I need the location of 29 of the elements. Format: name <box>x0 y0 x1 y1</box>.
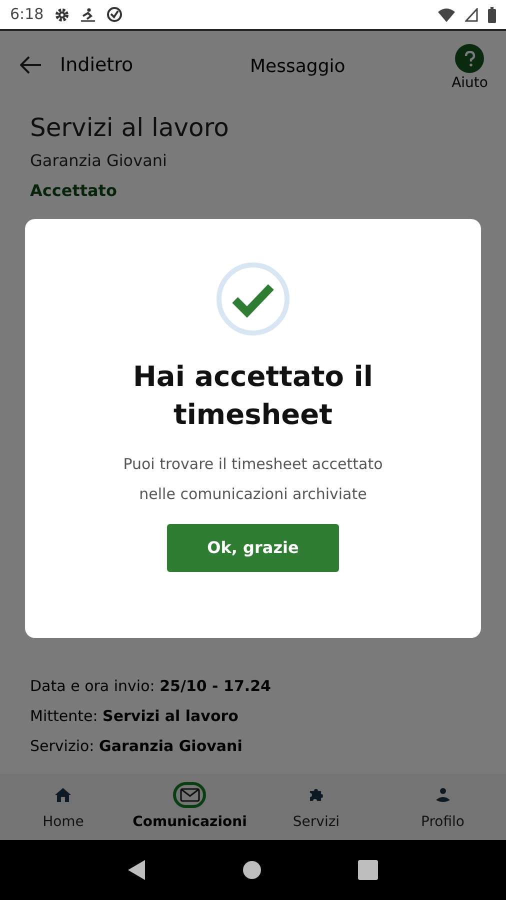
page-title: Messaggio <box>250 55 346 79</box>
detail-line: Servizio: Garanzia Giovani <box>30 736 244 757</box>
back-triangle-icon[interactable] <box>128 860 146 880</box>
nav-tab[interactable]: Comunicazioni <box>126 774 253 840</box>
status-time: 6:18 <box>10 4 44 26</box>
gear-icon <box>54 6 70 22</box>
signal-icon <box>465 8 478 22</box>
ok-button[interactable]: Ok, grazie <box>167 524 339 572</box>
help-button[interactable]: Aiuto <box>452 44 488 94</box>
question-icon <box>455 44 484 73</box>
detail-line: Data e ora invio: 25/10 - 17.24 <box>30 676 272 697</box>
data-saver-icon <box>106 6 123 23</box>
home-circle-icon[interactable] <box>242 861 261 879</box>
back-arrow-icon <box>20 56 42 74</box>
nav-tab[interactable]: Home <box>0 774 126 840</box>
wifi-icon <box>438 8 455 22</box>
battery-icon <box>488 6 496 22</box>
checkmark-icon <box>216 262 290 336</box>
message-title: Servizi al lavoro <box>30 112 230 144</box>
detail-line: Mittente: Servizi al lavoro <box>30 706 240 727</box>
nav-tab[interactable]: Profilo <box>380 774 506 840</box>
nav-tab[interactable]: Servizi <box>253 774 380 840</box>
dialog-message: Puoi trovare il timesheet accettato nelle comunicazioni archiviate <box>122 454 384 505</box>
recents-square-icon[interactable] <box>358 860 378 880</box>
dialog-title: Hai accettato il timesheet <box>132 359 374 433</box>
status-label: Accettato <box>30 180 118 202</box>
message-subtitle: Garanzia Giovani <box>30 150 168 172</box>
envelope-icon <box>173 782 206 808</box>
back-button[interactable]: Indietro <box>20 50 134 80</box>
